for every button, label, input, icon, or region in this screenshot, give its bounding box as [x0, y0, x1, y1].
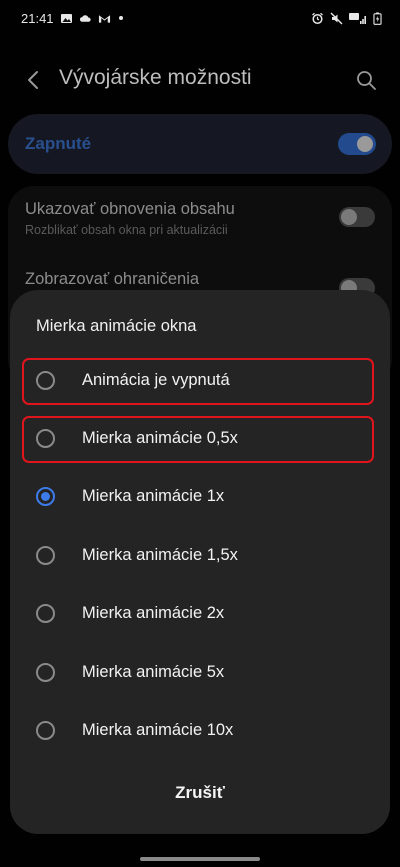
radio-button[interactable]: [36, 663, 55, 682]
status-bar: 21:41: [0, 0, 400, 36]
5g-signal-icon: [349, 12, 366, 24]
option-label: Mierka animácie 10x: [82, 721, 234, 739]
radio-button[interactable]: [36, 546, 55, 565]
setting-title-show-surface-updates: Ukazovať obnovenia obsahu: [25, 200, 235, 218]
cancel-button[interactable]: Zrušiť: [10, 768, 390, 818]
option-label: Mierka animácie 1x: [82, 487, 225, 505]
option-scale-2x[interactable]: Mierka animácie 2x: [22, 592, 376, 636]
mute-icon: [330, 12, 343, 24]
battery-icon: [373, 11, 382, 25]
master-switch-label: Zapnuté: [25, 134, 92, 153]
radio-button[interactable]: [36, 721, 55, 740]
option-scale-1x[interactable]: Mierka animácie 1x: [22, 475, 376, 519]
alarm-icon: [312, 12, 323, 24]
radio-button[interactable]: [36, 604, 55, 623]
notification-dot-icon: [118, 16, 123, 20]
developer-options-master-switch[interactable]: Zapnuté: [8, 114, 392, 174]
option-scale-1-5x[interactable]: Mierka animácie 1,5x: [22, 534, 376, 578]
window-animation-scale-dialog: Mierka animácie okna Animácia je vypnutá…: [10, 290, 390, 834]
option-label: Mierka animácie 5x: [82, 663, 225, 681]
back-arrow-icon[interactable]: [22, 68, 46, 92]
option-scale-5x[interactable]: Mierka animácie 5x: [22, 651, 376, 695]
option-label: Mierka animácie 1,5x: [82, 546, 238, 564]
master-toggle[interactable]: [338, 133, 376, 155]
dialog-title: Mierka animácie okna: [36, 317, 197, 335]
search-icon[interactable]: [354, 68, 378, 92]
setting-title-show-layout-bounds: Zobrazovať ohraničenia: [25, 270, 200, 288]
highlight-box-animation-off: [22, 358, 374, 405]
cloud-icon: [79, 14, 91, 22]
highlight-box-scale-0-5x: [22, 416, 374, 463]
option-label: Mierka animácie 2x: [82, 604, 225, 622]
gallery-icon: [60, 13, 72, 23]
page-title: Vývojárske možnosti: [59, 66, 252, 89]
status-time: 21:41: [21, 10, 54, 26]
setting-subtitle-show-surface-updates: Rozblikať obsah okna pri aktualizácii: [25, 223, 228, 237]
radio-button-selected[interactable]: [36, 487, 55, 506]
toggle-show-surface-updates[interactable]: [339, 207, 375, 227]
gmail-icon: [98, 14, 110, 23]
option-scale-10x[interactable]: Mierka animácie 10x: [22, 709, 376, 753]
app-bar: Vývojárske možnosti: [0, 56, 400, 104]
gesture-navigation-bar[interactable]: [140, 857, 260, 861]
